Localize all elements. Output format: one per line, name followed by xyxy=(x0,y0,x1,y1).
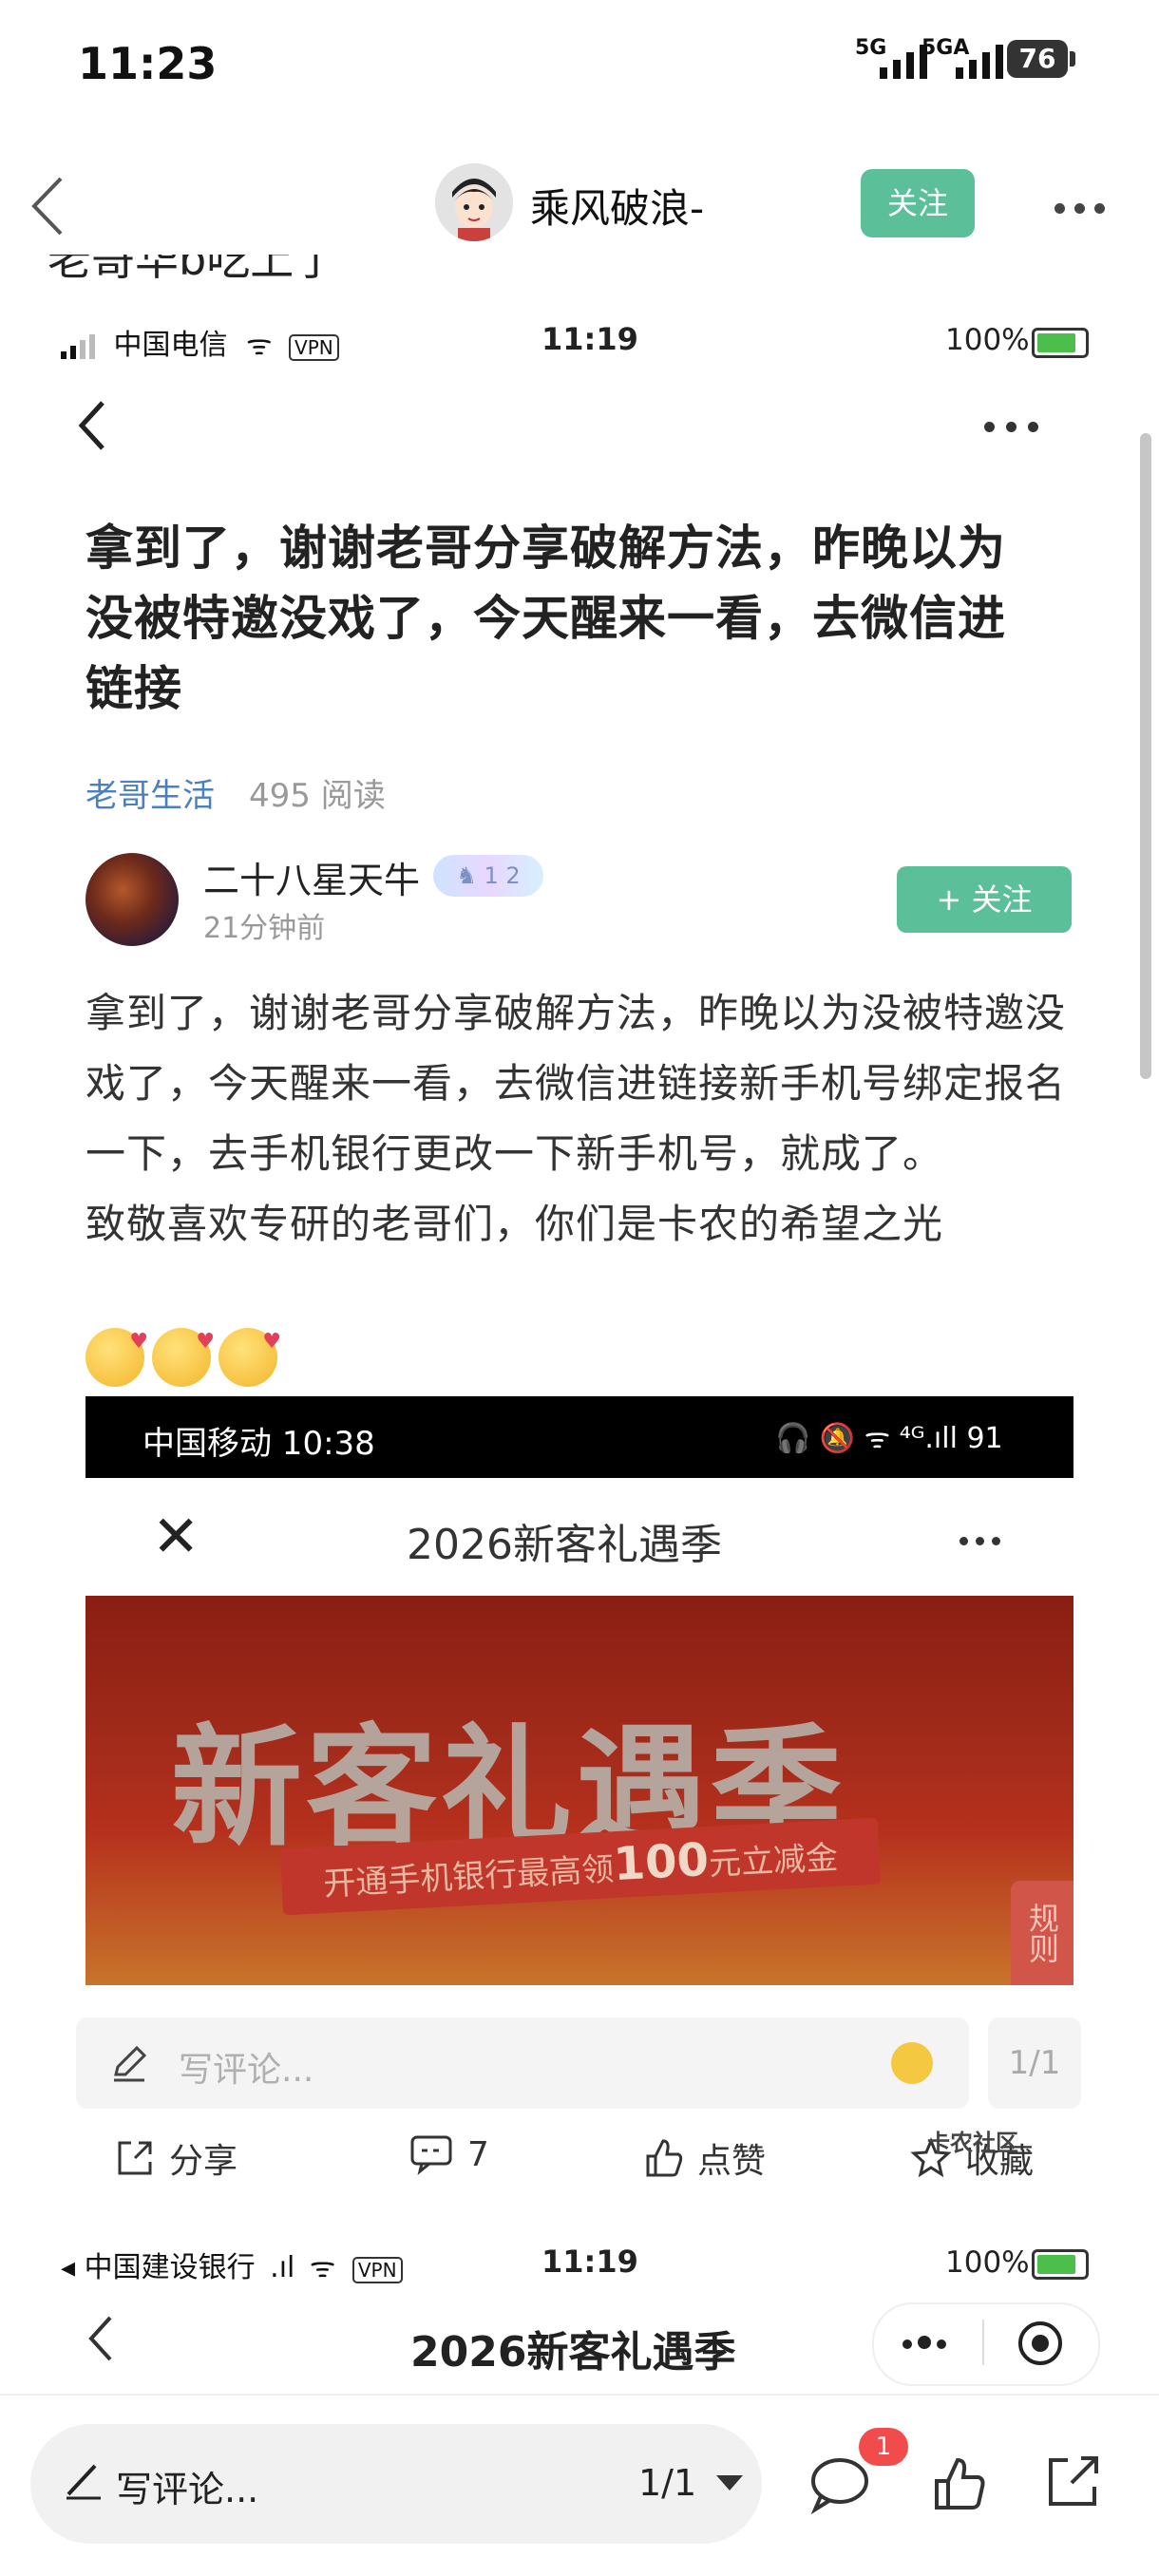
inner-battery-percent-2: 100% xyxy=(945,2245,1030,2280)
inner-battery-icon xyxy=(1032,328,1089,358)
avatar-face-icon xyxy=(435,163,513,241)
thumbs-up-icon xyxy=(646,2139,683,2177)
inner-status-time-2: 11:19 xyxy=(542,2244,638,2280)
inner-more-icon[interactable] xyxy=(984,418,1050,436)
post-title: 拿到了，谢谢老哥分享破解方法，昨晚以为没被特邀没戏了，今天醒来一看，去微信进链接 xyxy=(86,521,1006,716)
wifi-icon: ᯤ xyxy=(309,2251,336,2284)
inner-status-bar-2: ◂ 中国建设银行 .ıl ᯤ VPN xyxy=(61,2244,403,2285)
comment-icon xyxy=(410,2135,452,2175)
capsule-more-icon[interactable] xyxy=(902,2335,952,2353)
follow-author-button[interactable]: + 关注 xyxy=(897,866,1072,933)
battery-icon: 76 xyxy=(1007,40,1075,78)
author-avatar[interactable] xyxy=(86,853,179,946)
inner-battery-icon-2 xyxy=(1032,2249,1089,2280)
chevron-left-icon xyxy=(31,177,63,236)
inner-page-indicator: 1/1 xyxy=(988,2017,1081,2109)
comment-bubble-icon[interactable] xyxy=(808,2454,874,2521)
share-action[interactable]: 分享 xyxy=(114,2133,238,2183)
signal-5ga-icon: 5GA xyxy=(922,36,1003,79)
share-icon[interactable] xyxy=(1043,2451,1110,2517)
kiss-emoji-icon xyxy=(218,1328,281,1387)
post-body: 拿到了，谢谢老哥分享破解方法，昨晚以为没被特邀没戏了，今天醒来一看，去微信进链接… xyxy=(86,978,1074,1260)
emoji-picker-icon[interactable] xyxy=(891,2042,933,2084)
post-body-paragraph: 拿到了，谢谢老哥分享破解方法，昨晚以为没被特邀没戏了，今天醒来一看，去微信进链接… xyxy=(86,990,1067,1177)
inner-back-button-2[interactable] xyxy=(86,2314,114,2367)
inner-battery-percent: 100% xyxy=(945,323,1030,357)
comments-action[interactable]: 7 xyxy=(408,2133,489,2175)
embedded-status-icons: 🎧 🔕 ᯤ ⁴ᴳ.ıll 91 xyxy=(775,1422,1003,1455)
back-button[interactable] xyxy=(27,173,84,239)
author-level-badge: ♞ 1 2 xyxy=(433,855,543,897)
pencil-icon xyxy=(63,2458,104,2508)
banner-rule-tab: 规则 xyxy=(1011,1881,1074,1985)
chevron-left-icon xyxy=(78,401,104,450)
inner-page-title-2: 2026新客礼遇季 xyxy=(410,2328,736,2377)
signal-icon xyxy=(61,333,95,359)
watermark-logo: 卡农社区 xyxy=(927,2130,1018,2156)
post-body-paragraph-2: 致敬喜欢专研的老哥们，你们是卡农的希望之光 xyxy=(86,1201,944,1247)
user-avatar[interactable] xyxy=(435,163,513,241)
status-time: 11:23 xyxy=(78,38,218,89)
post-category-link[interactable]: 老哥生活 xyxy=(86,769,215,816)
post-time: 21分钟前 xyxy=(203,912,326,945)
vpn-badge: VPN xyxy=(352,2257,403,2283)
follow-button[interactable]: 关注 xyxy=(861,169,975,237)
embedded-carrier-time: 中国移动 10:38 xyxy=(142,1425,375,1463)
author-name[interactable]: 二十八星天牛 xyxy=(203,851,420,903)
inner-back-button[interactable] xyxy=(76,399,106,456)
post-read-count: 495 阅读 xyxy=(249,777,386,815)
chevron-left-icon xyxy=(88,2316,112,2361)
comment-count-badge: 1 xyxy=(859,2428,908,2466)
partial-text: 老哥华b吃上了 xyxy=(48,255,338,285)
vpn-badge: VPN xyxy=(289,334,339,361)
inner-comment-placeholder: 写评论... xyxy=(179,2051,314,2090)
kiss-emoji-icon xyxy=(86,1328,148,1387)
signal-icon: .ıl xyxy=(270,2251,295,2284)
share-icon xyxy=(118,2141,152,2175)
page-indicator[interactable]: 1/1 xyxy=(638,2462,696,2504)
inner-carrier: 中国电信 xyxy=(113,329,228,362)
thumbs-up-icon[interactable] xyxy=(931,2454,998,2521)
inner-carrier-2: ◂ 中国建设银行 xyxy=(61,2251,256,2284)
pencil-icon xyxy=(108,2042,150,2088)
emoji-row xyxy=(86,1328,281,1387)
more-options-icon[interactable] xyxy=(1054,199,1114,218)
signal-5g-icon: 5G xyxy=(855,36,927,79)
profile-username[interactable]: 乘风破浪- xyxy=(530,177,704,235)
kiss-emoji-icon xyxy=(152,1328,215,1387)
wifi-icon: ᯤ xyxy=(246,329,273,362)
caret-down-icon[interactable] xyxy=(716,2475,743,2491)
inner-status-time: 11:19 xyxy=(542,321,638,357)
scrollbar[interactable] xyxy=(1140,433,1151,1079)
capsule-divider xyxy=(982,2320,984,2365)
close-icon: ✕ xyxy=(152,1504,200,1570)
capsule-close-icon[interactable] xyxy=(1018,2321,1062,2365)
embedded-more-icon xyxy=(960,1531,1008,1549)
embedded-page-title: 2026新客礼遇季 xyxy=(407,1521,722,1569)
like-action[interactable]: 点赞 xyxy=(642,2133,766,2183)
comment-placeholder: 写评论... xyxy=(116,2469,259,2510)
